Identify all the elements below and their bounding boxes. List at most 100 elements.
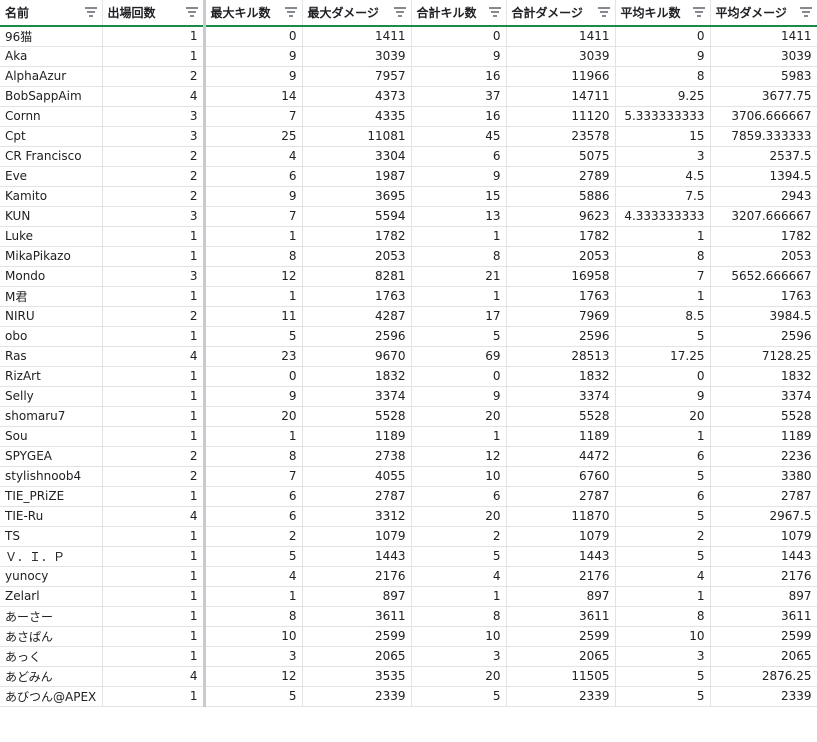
player-name-cell[interactable]: M君 [0, 286, 103, 307]
value-cell[interactable]: 0 [411, 26, 507, 47]
value-cell[interactable]: 897 [302, 586, 412, 607]
value-cell[interactable]: 7859.333333 [710, 126, 817, 147]
value-cell[interactable]: 2599 [506, 626, 616, 647]
value-cell[interactable]: 4 [204, 146, 303, 167]
value-cell[interactable]: 20 [411, 406, 507, 427]
value-cell[interactable]: 11966 [506, 66, 616, 87]
value-cell[interactable]: 9 [204, 66, 303, 87]
value-cell[interactable]: 1 [615, 286, 711, 307]
value-cell[interactable]: 1 [102, 546, 206, 567]
value-cell[interactable]: 3 [102, 206, 206, 227]
value-cell[interactable]: 23 [204, 346, 303, 367]
value-cell[interactable]: 8 [411, 606, 507, 627]
value-cell[interactable]: 2339 [710, 686, 817, 707]
value-cell[interactable]: 3380 [710, 466, 817, 487]
value-cell[interactable]: 5528 [710, 406, 817, 427]
value-cell[interactable]: 2 [102, 186, 206, 207]
filter-icon[interactable] [393, 7, 406, 17]
value-cell[interactable]: 11120 [506, 106, 616, 127]
value-cell[interactable]: 2 [102, 66, 206, 87]
value-cell[interactable]: 2789 [506, 166, 616, 187]
value-cell[interactable]: 4 [102, 666, 206, 687]
value-cell[interactable]: 1782 [506, 226, 616, 247]
value-cell[interactable]: 1443 [710, 546, 817, 567]
value-cell[interactable]: 1763 [710, 286, 817, 307]
value-cell[interactable]: 1394.5 [710, 166, 817, 187]
player-name-cell[interactable]: Mondo [0, 266, 103, 287]
value-cell[interactable]: 8 [615, 606, 711, 627]
value-cell[interactable]: 1 [102, 246, 206, 267]
value-cell[interactable]: 0 [204, 26, 303, 47]
value-cell[interactable]: 0 [204, 366, 303, 387]
value-cell[interactable]: 6 [615, 446, 711, 467]
value-cell[interactable]: 6 [204, 486, 303, 507]
value-cell[interactable]: 2537.5 [710, 146, 817, 167]
value-cell[interactable]: 25 [204, 126, 303, 147]
player-name-cell[interactable]: MikaPikazo [0, 246, 103, 267]
value-cell[interactable]: 5 [204, 686, 303, 707]
value-cell[interactable]: 13 [411, 206, 507, 227]
filter-icon[interactable] [185, 7, 198, 17]
player-name-cell[interactable]: KUN [0, 206, 103, 227]
value-cell[interactable]: 0 [615, 26, 711, 47]
value-cell[interactable]: 1 [102, 606, 206, 627]
value-cell[interactable]: 23578 [506, 126, 616, 147]
column-header-2[interactable]: 最大キル数 [204, 0, 303, 27]
value-cell[interactable]: 5 [615, 506, 711, 527]
player-name-cell[interactable]: Zelarl [0, 586, 103, 607]
value-cell[interactable]: 6 [615, 486, 711, 507]
value-cell[interactable]: 1 [204, 226, 303, 247]
value-cell[interactable]: 3207.666667 [710, 206, 817, 227]
value-cell[interactable]: 8281 [302, 266, 412, 287]
value-cell[interactable]: 4 [411, 566, 507, 587]
value-cell[interactable]: 1189 [302, 426, 412, 447]
value-cell[interactable]: 4.333333333 [615, 206, 711, 227]
value-cell[interactable]: 1443 [302, 546, 412, 567]
filter-icon[interactable] [488, 7, 501, 17]
value-cell[interactable]: 897 [506, 586, 616, 607]
player-name-cell[interactable]: あさぱん [0, 626, 103, 647]
value-cell[interactable]: 4.5 [615, 166, 711, 187]
value-cell[interactable]: 2176 [710, 566, 817, 587]
value-cell[interactable]: 14 [204, 86, 303, 107]
value-cell[interactable]: 2787 [710, 486, 817, 507]
value-cell[interactable]: 2339 [302, 686, 412, 707]
value-cell[interactable]: 1079 [302, 526, 412, 547]
value-cell[interactable]: 10 [204, 626, 303, 647]
value-cell[interactable]: 45 [411, 126, 507, 147]
value-cell[interactable]: 1 [615, 426, 711, 447]
value-cell[interactable]: 2 [411, 526, 507, 547]
value-cell[interactable]: 1 [411, 586, 507, 607]
value-cell[interactable]: 21 [411, 266, 507, 287]
value-cell[interactable]: 17.25 [615, 346, 711, 367]
value-cell[interactable]: 3677.75 [710, 86, 817, 107]
value-cell[interactable]: 1 [102, 46, 206, 67]
value-cell[interactable]: 4 [102, 86, 206, 107]
value-cell[interactable]: 1987 [302, 166, 412, 187]
player-name-cell[interactable]: Eve [0, 166, 103, 187]
value-cell[interactable]: 5528 [302, 406, 412, 427]
value-cell[interactable]: 1 [102, 366, 206, 387]
column-header-0[interactable]: 名前 [0, 0, 103, 27]
player-name-cell[interactable]: TIE-Ru [0, 506, 103, 527]
column-header-3[interactable]: 最大ダメージ [302, 0, 412, 27]
value-cell[interactable]: 11 [204, 306, 303, 327]
value-cell[interactable]: 1832 [302, 366, 412, 387]
value-cell[interactable]: 2876.25 [710, 666, 817, 687]
value-cell[interactable]: 5594 [302, 206, 412, 227]
value-cell[interactable]: 2599 [302, 626, 412, 647]
player-name-cell[interactable]: Luke [0, 226, 103, 247]
value-cell[interactable]: 2065 [710, 646, 817, 667]
value-cell[interactable]: 897 [710, 586, 817, 607]
value-cell[interactable]: 1 [102, 566, 206, 587]
value-cell[interactable]: 3535 [302, 666, 412, 687]
filter-icon[interactable] [84, 7, 97, 17]
value-cell[interactable]: 4 [102, 506, 206, 527]
player-name-cell[interactable]: あどみん [0, 666, 103, 687]
column-header-4[interactable]: 合計キル数 [411, 0, 507, 27]
value-cell[interactable]: 7128.25 [710, 346, 817, 367]
player-name-cell[interactable]: obo [0, 326, 103, 347]
player-name-cell[interactable]: Ｖ．Ｉ．Ｐ [0, 546, 103, 567]
value-cell[interactable]: 9 [204, 386, 303, 407]
value-cell[interactable]: 3984.5 [710, 306, 817, 327]
